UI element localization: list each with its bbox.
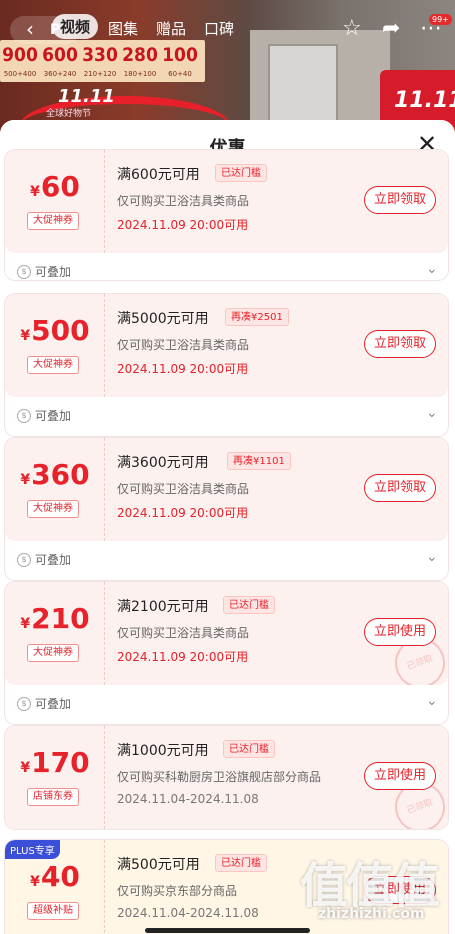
promo-sub: 360+240 — [43, 70, 77, 78]
promo-sub: 180+100 — [123, 70, 157, 78]
coupon-amount-area: ¥360 大促神券 — [5, 438, 105, 541]
chevron-down-icon[interactable]: ⌄ — [426, 693, 438, 709]
coupon-condition: 满2100元可用 — [117, 599, 209, 615]
coupon-scope: 仅可购买卫浴洁具类商品 — [117, 194, 250, 208]
coupon-amount: ¥360 — [20, 458, 90, 491]
coupon-condition: 满3600元可用 — [117, 455, 209, 471]
stackable-label: 可叠加 — [35, 553, 72, 567]
coupon-card: ¥210 大促神券 满2100元可用 已达门槛 仅可购买卫浴洁具类商品 2024… — [5, 582, 448, 724]
stack-icon: $ — [17, 553, 31, 567]
stackable-label: 可叠加 — [35, 409, 72, 423]
promo-value: 100 — [162, 44, 198, 66]
coupon-card: ¥170 店铺东券 满1000元可用 已达门槛 仅可购买科勒厨房卫浴旗舰店部分商… — [5, 726, 448, 829]
threshold-tag: 再凑¥2501 — [225, 308, 289, 326]
top-nav: ‹ P 视频 图集 赠品 口碑 ☆ ➦ ⋯ 99+ — [0, 14, 455, 44]
stackable-label: 可叠加 — [35, 265, 72, 279]
coupon-time: 2024.11.09 20:00可用 — [117, 650, 249, 664]
coupon-condition: 满5000元可用 — [117, 311, 209, 327]
coupon-footer[interactable]: $ 可叠加 ⌄ — [5, 541, 448, 579]
threshold-tag: 已达门槛 — [215, 164, 267, 182]
promo-sub: 210+120 — [83, 70, 117, 78]
coupon-time: 2024.11.04-2024.11.08 — [117, 906, 259, 920]
coupon-footer[interactable]: $ 可叠加 ⌄ — [5, 685, 448, 723]
chevron-down-icon[interactable]: ⌄ — [426, 261, 438, 277]
claim-button[interactable]: 立即领取 — [364, 474, 436, 502]
coupon-type-tag: 大促神券 — [27, 500, 79, 518]
use-button[interactable]: 立即使用 — [364, 618, 436, 646]
coupon-scope: 仅可购买卫浴洁具类商品 — [117, 482, 250, 496]
coupon-amount-area: ¥210 大促神券 — [5, 582, 105, 685]
coupon-type-tag: 超级补贴 — [27, 902, 79, 920]
coupon-type-tag: 大促神券 — [27, 212, 79, 230]
claim-button[interactable]: 立即领取 — [364, 186, 436, 214]
coupon-time: 2024.11.04-2024.11.08 — [117, 792, 259, 806]
event-sub: 全球好物节 — [46, 109, 92, 119]
coupon-card: ¥500 大促神券 满5000元可用 再凑¥2501 仅可购买卫浴洁具类商品 2… — [5, 294, 448, 436]
coupon-amount: ¥60 — [30, 170, 80, 203]
threshold-tag: 再凑¥1101 — [227, 452, 291, 470]
watermark-url: zhizhizhi.com — [318, 906, 425, 922]
coupon-type-tag: 店铺东券 — [27, 788, 79, 806]
coupon-time: 2024.11.09 20:00可用 — [117, 506, 249, 520]
coupon-list[interactable]: ¥60 大促神券 满600元可用 已达门槛 仅可购买卫浴洁具类商品 2024.1… — [0, 150, 455, 934]
stack-icon: $ — [17, 409, 31, 423]
coupon-sheet: 优惠 ✕ ¥60 大促神券 满600元可用 已达门槛 仅可购买卫浴洁具类商品 2… — [0, 120, 455, 934]
coupon-amount: ¥210 — [20, 602, 90, 635]
chevron-down-icon[interactable]: ⌄ — [426, 549, 438, 565]
threshold-tag: 已达门槛 — [223, 596, 275, 614]
coupon-body: ¥60 大促神券 满600元可用 已达门槛 仅可购买卫浴洁具类商品 2024.1… — [5, 150, 448, 253]
coupon-body: ¥210 大促神券 满2100元可用 已达门槛 仅可购买卫浴洁具类商品 2024… — [5, 582, 448, 685]
coupon-body: ¥360 大促神券 满3600元可用 再凑¥1101 仅可购买卫浴洁具类商品 2… — [5, 438, 448, 541]
promo-value: 330 — [82, 44, 118, 66]
coupon-body: ¥170 店铺东券 满1000元可用 已达门槛 仅可购买科勒厨房卫浴旗舰店部分商… — [5, 726, 448, 829]
tab-gallery[interactable]: 图集 — [108, 18, 138, 39]
coupon-body: ¥500 大促神券 满5000元可用 再凑¥2501 仅可购买卫浴洁具类商品 2… — [5, 294, 448, 397]
promo-value: 900 — [2, 44, 38, 66]
event-logo: 11.11 — [58, 86, 115, 107]
stackable-label: 可叠加 — [35, 697, 72, 711]
promo-value: 600 — [42, 44, 78, 66]
coupon-type-tag: 大促神券 — [27, 356, 79, 374]
plus-badge: PLUS专享 — [5, 840, 60, 859]
tab-gifts[interactable]: 赠品 — [156, 18, 186, 39]
coupon-amount-area: ¥60 大促神券 — [5, 150, 105, 253]
coupon-footer[interactable]: $ 可叠加 ⌄ — [5, 253, 448, 280]
coupon-amount-area: ¥500 大促神券 — [5, 294, 105, 397]
coupon-card: ¥60 大促神券 满600元可用 已达门槛 仅可购买卫浴洁具类商品 2024.1… — [5, 150, 448, 280]
promo-value: 280 — [122, 44, 158, 66]
coupon-time: 2024.11.09 20:00可用 — [117, 218, 249, 232]
stack-icon: $ — [17, 265, 31, 279]
coupon-amount-area: ¥170 店铺东券 — [5, 726, 105, 829]
coupon-scope: 仅可购买科勒厨房卫浴旗舰店部分商品 — [117, 770, 322, 784]
chevron-left-icon: ‹ — [26, 17, 34, 41]
threshold-tag: 已达门槛 — [223, 740, 275, 758]
coupon-scope: 仅可购买卫浴洁具类商品 — [117, 626, 250, 640]
promo-sub: 500+400 — [3, 70, 37, 78]
coupon-amount: ¥500 — [20, 314, 90, 347]
star-icon[interactable]: ☆ — [342, 16, 362, 41]
cart-badge: 99+ — [429, 14, 452, 25]
coupon-condition: 满1000元可用 — [117, 743, 209, 759]
share-icon[interactable]: ➦ — [382, 16, 400, 41]
tab-reviews[interactable]: 口碑 — [204, 18, 234, 39]
claim-button[interactable]: 立即领取 — [364, 330, 436, 358]
coupon-amount: ¥170 — [20, 746, 90, 779]
threshold-tag: 已达门槛 — [215, 854, 267, 872]
corner-event-text: 11.11 — [394, 88, 455, 113]
coupon-condition: 满600元可用 — [117, 167, 200, 183]
coupon-condition: 满500元可用 — [117, 857, 200, 873]
tab-video[interactable]: 视频 — [52, 14, 99, 39]
coupon-card: ¥360 大促神券 满3600元可用 再凑¥1101 仅可购买卫浴洁具类商品 2… — [5, 438, 448, 580]
coupon-footer[interactable]: $ 可叠加 ⌄ — [5, 397, 448, 435]
coupon-scope: 仅可购买卫浴洁具类商品 — [117, 338, 250, 352]
coupon-scope: 仅可购买京东部分商品 — [117, 884, 238, 898]
coupon-amount: ¥40 — [30, 860, 80, 893]
chevron-down-icon[interactable]: ⌄ — [426, 405, 438, 421]
stack-icon: $ — [17, 697, 31, 711]
promo-sub: 60+40 — [168, 70, 192, 78]
home-indicator — [145, 928, 310, 933]
coupon-time: 2024.11.09 20:00可用 — [117, 362, 249, 376]
coupon-type-tag: 大促神券 — [27, 644, 79, 662]
use-button[interactable]: 立即使用 — [364, 762, 436, 790]
